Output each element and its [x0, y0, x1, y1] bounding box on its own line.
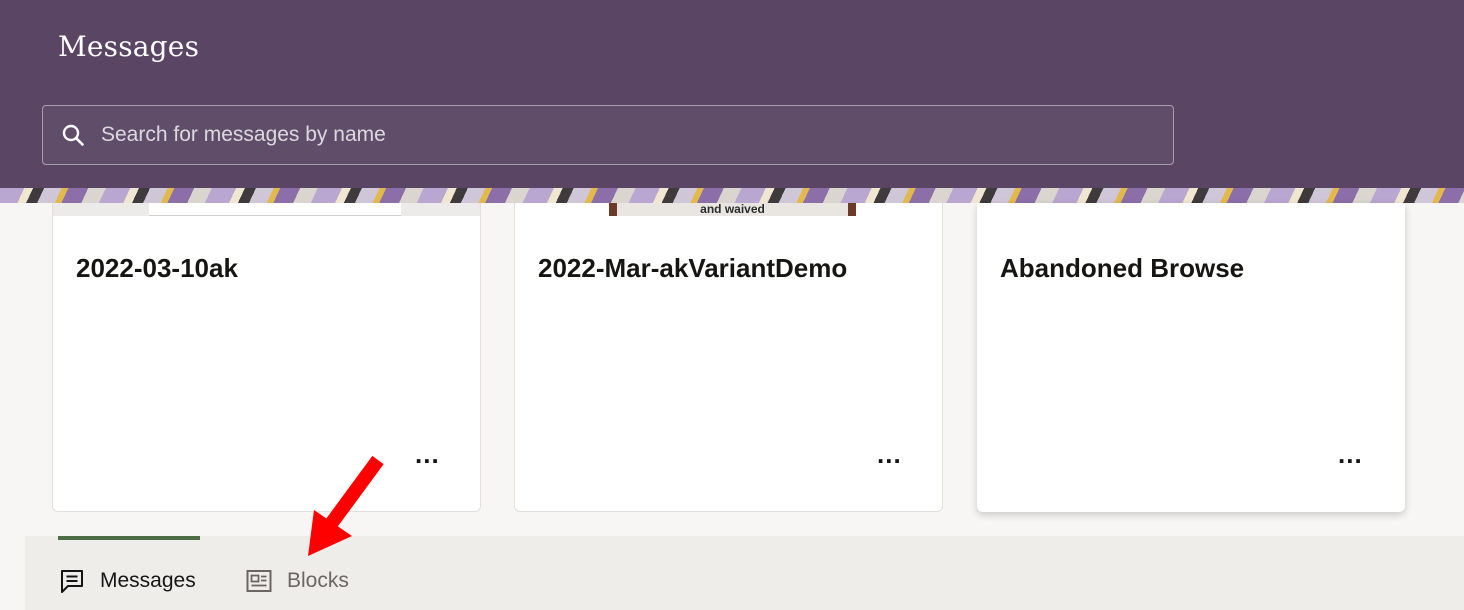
bottom-tab-bar: Messages Blocks [25, 536, 1464, 610]
card-thumbnail: and waived [609, 202, 856, 216]
search-box[interactable] [42, 105, 1174, 165]
card-thumbnail [53, 203, 480, 216]
tab-messages[interactable]: Messages [58, 536, 200, 610]
search-input[interactable] [101, 123, 1173, 147]
card-title: 2022-Mar-akVariantDemo [538, 253, 848, 283]
message-card[interactable]: Abandoned Browse ... [977, 203, 1405, 512]
tab-label: Messages [100, 569, 196, 592]
message-card[interactable]: and waived 2022-Mar-akVariantDemo ... [514, 202, 943, 512]
more-options-button[interactable]: ... [877, 441, 902, 467]
card-title: Abandoned Browse [1000, 253, 1245, 283]
chat-icon [61, 570, 83, 593]
search-icon [62, 124, 84, 146]
card-title: 2022-03-10ak [76, 253, 238, 283]
tab-label: Blocks [287, 569, 349, 592]
thumbnail-caption: and waived [700, 202, 765, 216]
blocks-icon [246, 570, 272, 592]
page-header: Messages [0, 0, 1464, 188]
more-options-button[interactable]: ... [1338, 441, 1363, 467]
more-options-button[interactable]: ... [415, 441, 440, 467]
annotation-arrow-icon [308, 455, 384, 556]
message-card[interactable]: 2022-03-10ak ... [52, 203, 481, 512]
decorative-banner [0, 188, 1464, 203]
page-title: Messages [58, 30, 200, 63]
